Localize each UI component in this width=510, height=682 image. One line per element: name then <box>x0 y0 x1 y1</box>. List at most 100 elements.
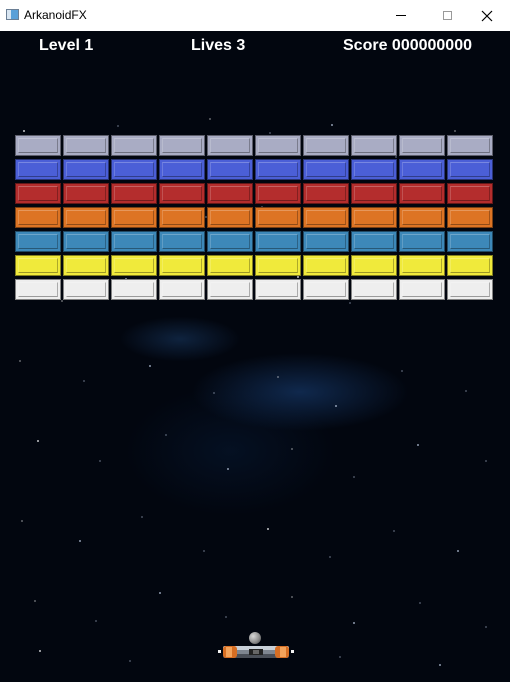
brick-silver <box>63 135 109 156</box>
star <box>291 596 293 598</box>
brick-orange <box>447 207 493 228</box>
brick-orange <box>303 207 349 228</box>
brick-cyan <box>63 231 109 252</box>
brick-silver <box>255 135 301 156</box>
level-display: Level 1 <box>39 37 94 54</box>
brick-cyan <box>255 231 301 252</box>
star <box>269 132 271 134</box>
brick-blue <box>303 159 349 180</box>
brick-blue <box>207 159 253 180</box>
brick-silver <box>207 135 253 156</box>
star <box>23 130 25 132</box>
star <box>465 390 467 392</box>
brick-orange <box>351 207 397 228</box>
star <box>225 616 227 618</box>
star <box>79 540 81 542</box>
brick-yellow <box>159 255 205 276</box>
paddle[interactable] <box>218 643 294 661</box>
brick-white <box>63 279 109 300</box>
brick-yellow <box>111 255 157 276</box>
brick-blue <box>351 159 397 180</box>
star <box>439 664 441 666</box>
star <box>485 460 487 462</box>
brick-cyan <box>399 231 445 252</box>
close-icon <box>481 10 493 21</box>
window-title: ArkanoidFX <box>24 8 87 22</box>
brick-white <box>15 279 61 300</box>
brick-silver <box>159 135 205 156</box>
brick-red <box>303 183 349 204</box>
brick-yellow <box>207 255 253 276</box>
brick-red <box>255 183 301 204</box>
star <box>353 622 355 624</box>
brick-white <box>399 279 445 300</box>
brick-blue <box>447 159 493 180</box>
brick-yellow <box>399 255 445 276</box>
title-bar[interactable]: ArkanoidFX <box>0 0 510 31</box>
brick-cyan <box>351 231 397 252</box>
brick-orange <box>63 207 109 228</box>
brick-blue <box>255 159 301 180</box>
star <box>95 620 97 622</box>
star <box>99 460 101 462</box>
star <box>419 602 421 604</box>
star <box>291 448 293 450</box>
game-canvas[interactable]: Level 1 Lives 3 Score 000000000 <box>0 31 510 682</box>
star <box>454 130 456 132</box>
brick-cyan <box>207 231 253 252</box>
star <box>203 550 205 552</box>
star <box>21 520 23 522</box>
brick-blue <box>399 159 445 180</box>
brick-silver <box>303 135 349 156</box>
brick-red <box>15 183 61 204</box>
brick-blue <box>63 159 109 180</box>
close-button[interactable] <box>464 0 510 31</box>
score-display: Score 000000000 <box>343 37 472 54</box>
brick-red <box>351 183 397 204</box>
starfield-background <box>16 118 493 666</box>
brick-silver <box>447 135 493 156</box>
brick-orange <box>207 207 253 228</box>
brick-orange <box>159 207 205 228</box>
brick-yellow <box>303 255 349 276</box>
star <box>165 434 167 436</box>
star <box>457 550 459 552</box>
brick-yellow <box>63 255 109 276</box>
brick-cyan <box>303 231 349 252</box>
brick-yellow <box>15 255 61 276</box>
minimize-icon <box>396 15 406 16</box>
star <box>159 592 161 594</box>
star <box>353 476 355 478</box>
star <box>83 380 85 382</box>
star <box>485 626 487 628</box>
brick-orange <box>399 207 445 228</box>
brick-wall <box>15 135 495 303</box>
brick-red <box>63 183 109 204</box>
brick-orange <box>15 207 61 228</box>
star <box>34 600 36 602</box>
brick-white <box>159 279 205 300</box>
brick-white <box>303 279 349 300</box>
star <box>277 376 279 378</box>
ball <box>249 632 261 644</box>
brick-cyan <box>15 231 61 252</box>
star <box>267 528 269 530</box>
brick-cyan <box>111 231 157 252</box>
star <box>329 556 331 558</box>
star <box>129 660 131 662</box>
star <box>37 440 39 442</box>
star <box>335 405 337 407</box>
star <box>213 392 215 394</box>
brick-yellow <box>447 255 493 276</box>
brick-blue <box>159 159 205 180</box>
brick-blue <box>15 159 61 180</box>
star <box>39 650 41 652</box>
brick-red <box>399 183 445 204</box>
star <box>141 516 143 518</box>
app-icon <box>6 9 19 20</box>
brick-yellow <box>255 255 301 276</box>
star <box>19 360 21 362</box>
star <box>331 124 333 126</box>
minimize-button[interactable] <box>378 0 424 31</box>
star <box>117 125 119 127</box>
